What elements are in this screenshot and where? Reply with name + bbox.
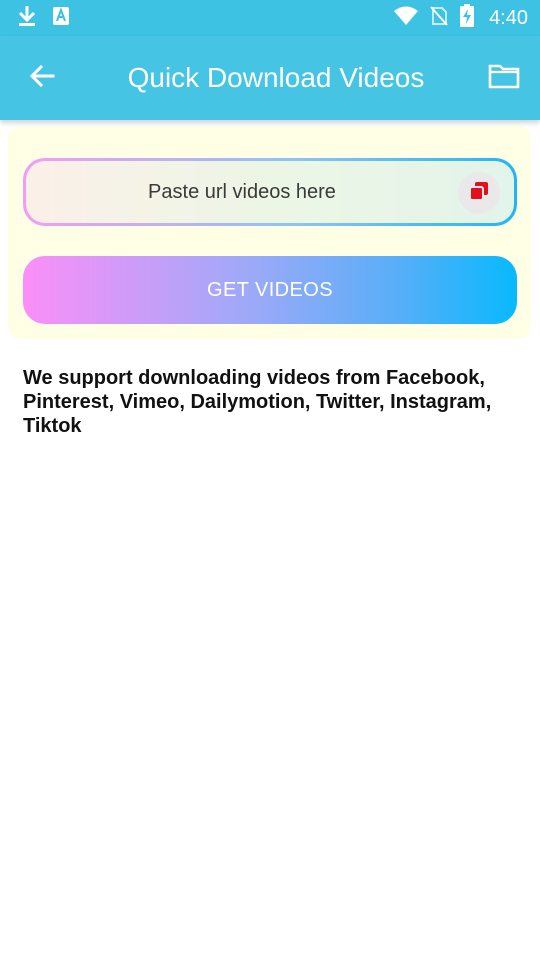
battery-charging-icon: [459, 3, 475, 33]
font-a-icon: [52, 6, 70, 31]
folder-icon: [488, 63, 520, 94]
url-input[interactable]: [26, 180, 514, 204]
page-title: Quick Download Videos: [127, 62, 425, 93]
no-sim-icon: [429, 5, 449, 32]
status-bar: 4:40: [0, 0, 540, 36]
status-left: [16, 4, 70, 33]
download-icon: [16, 4, 38, 33]
support-text: We support downloading videos from Faceb…: [23, 367, 492, 437]
status-right: 4:40: [393, 3, 528, 33]
arrow-left-icon: [28, 62, 56, 95]
url-input-inner: [26, 161, 514, 223]
status-time: 4:40: [489, 6, 528, 29]
get-videos-button[interactable]: GET VIDEOS: [23, 256, 517, 324]
url-input-container: [23, 158, 517, 226]
app-bar: Quick Download Videos: [0, 36, 540, 120]
wifi-icon: [393, 6, 419, 31]
folder-button[interactable]: [468, 36, 540, 120]
paste-button[interactable]: [458, 172, 500, 214]
back-button[interactable]: [0, 36, 84, 120]
paste-icon: [468, 180, 490, 207]
